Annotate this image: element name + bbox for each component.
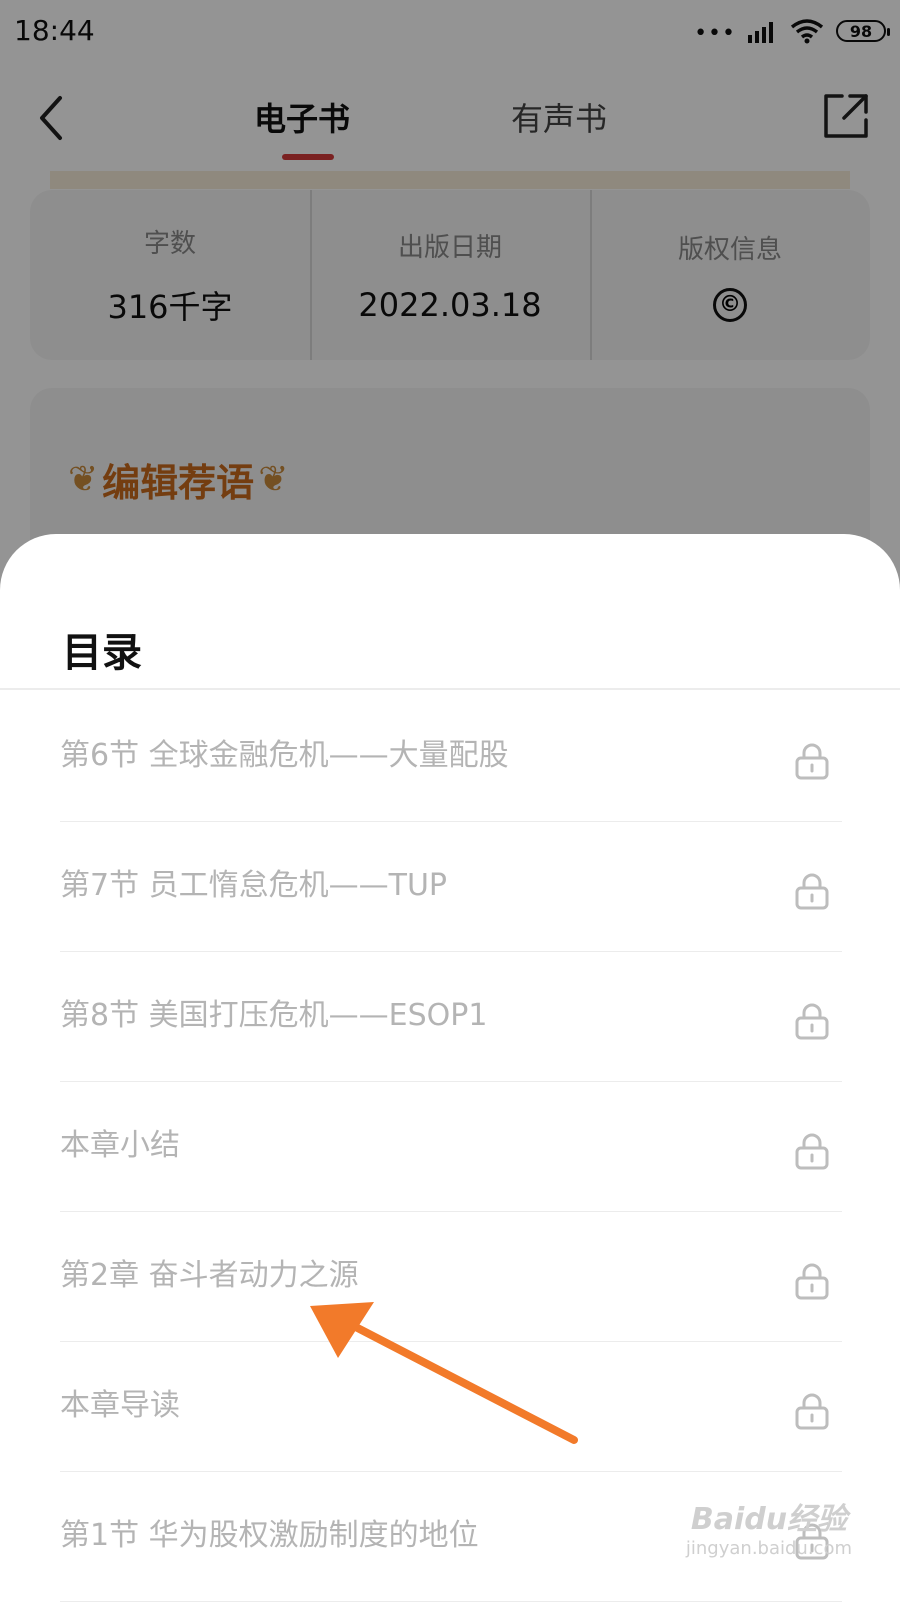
toc-item[interactable]: 第2章 奋斗者动力之源 — [60, 1212, 842, 1342]
lock-icon — [795, 743, 829, 780]
toc-item-title: 本章导读 — [60, 1388, 180, 1423]
toc-item-title: 第6节 全球金融危机——大量配股 — [60, 738, 509, 773]
lock-icon — [795, 1003, 829, 1040]
baidu-watermark: Baidu经验 jingyan.baidu.com — [686, 1494, 852, 1559]
divider — [0, 688, 900, 690]
lock-icon — [795, 1393, 829, 1430]
watermark-main: Baidu经验 — [690, 1502, 848, 1537]
toc-item[interactable]: 第8节 美国打压危机——ESOP1 — [60, 952, 842, 1082]
toc-title: 目录 — [62, 630, 142, 676]
toc-item-title: 本章小结 — [60, 1128, 180, 1163]
toc-item[interactable]: 本章小结 — [60, 1082, 842, 1212]
toc-list: 第6节 全球金融危机——大量配股 第7节 员工惰怠危机——TUP 第8节 美国打压危… — [60, 692, 842, 1602]
watermark-sub: jingyan.baidu.com — [685, 1538, 852, 1559]
lock-icon — [795, 1263, 829, 1300]
toc-item-title: 第1节 华为股权激励制度的地位 — [60, 1518, 479, 1553]
toc-item[interactable]: 第6节 全球金融危机——大量配股 — [60, 692, 842, 822]
lock-icon — [795, 1133, 829, 1170]
toc-item-title: 第7节 员工惰怠危机——TUP — [60, 868, 447, 903]
toc-item-title: 第2章 奋斗者动力之源 — [60, 1258, 359, 1293]
toc-bottom-sheet: 目录 第6节 全球金融危机——大量配股 第7节 员工惰怠危机——TUP 第8节 美国… — [0, 534, 900, 1602]
toc-item[interactable]: 本章导读 — [60, 1342, 842, 1472]
lock-icon — [795, 873, 829, 910]
toc-item[interactable]: 第7节 员工惰怠危机——TUP — [60, 822, 842, 952]
toc-item-title: 第8节 美国打压危机——ESOP1 — [60, 998, 488, 1033]
